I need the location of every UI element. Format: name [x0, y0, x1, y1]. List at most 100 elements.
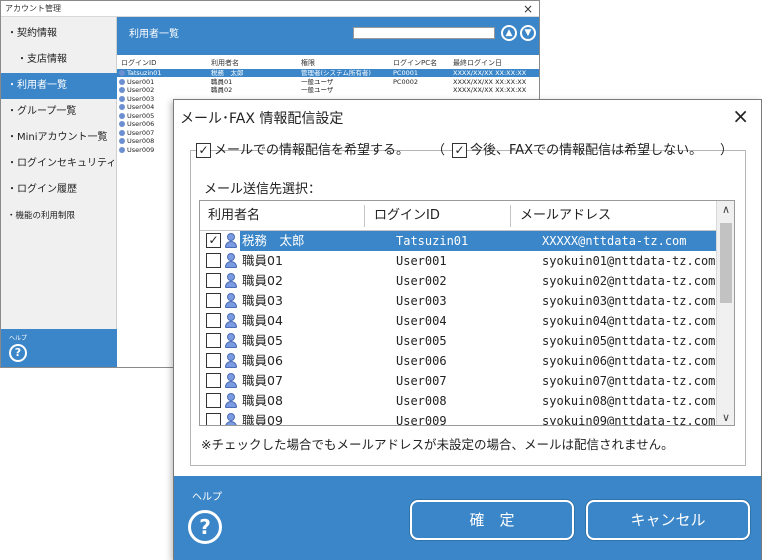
sidebar: ・契約情報 ・支店情報 ・利用者一覧 ・グループ一覧 ・Miniアカウント一覧 … — [1, 17, 117, 367]
recipient-login: User009 — [396, 414, 447, 426]
recipient-mail: XXXXX@nttdata-tz.com — [542, 234, 687, 248]
recipient-checkbox-icon[interactable] — [206, 313, 221, 328]
main-close-icon[interactable]: × — [523, 1, 533, 17]
main-table-cell: User004 — [127, 103, 155, 111]
recipient-checkbox-icon[interactable] — [206, 353, 221, 368]
col-login-pc[interactable]: ログインPC名 — [393, 58, 437, 68]
recipient-checkbox-icon[interactable]: ✓ — [206, 233, 221, 248]
user-list-title: 利用者一覧 — [129, 29, 179, 40]
recipient-row[interactable]: 職員04 User004 syokuin04@nttdata-tz.com — [200, 311, 717, 331]
col-last-login[interactable]: 最終ログイン日 — [453, 58, 502, 68]
recipient-checkbox-icon[interactable] — [206, 273, 221, 288]
main-table-row[interactable]: User002 職員02 一般ユーザ XXXX/XX/XX XX:XX:XX — [117, 86, 539, 94]
recipient-row[interactable]: 職員07 User007 syokuin07@nttdata-tz.com — [200, 371, 717, 391]
main-table-row[interactable]: User001 職員01 一般ユーザ PC0002 XXXX/XX/XX XX:XX:X… — [117, 78, 539, 86]
main-table-cell: User007 — [127, 128, 155, 137]
recipient-row[interactable]: 職員09 User009 syokuin09@nttdata-tz.com — [200, 411, 717, 426]
user-icon — [224, 413, 238, 425]
dialog-close-icon[interactable]: × — [732, 104, 749, 128]
recipient-login: User001 — [396, 254, 447, 268]
sidebar-item-branch[interactable]: ・支店情報 — [1, 47, 117, 73]
sidebar-item-login-history[interactable]: ・ログイン履歴 — [1, 177, 117, 203]
user-icon — [119, 78, 125, 85]
option-mail-delivery[interactable]: ✓ メールでの情報配信を希望する。 — [196, 142, 409, 160]
no-fax-label: 今後、FAXでの情報配信は希望しない。 — [470, 143, 703, 158]
recipient-login: User005 — [396, 334, 447, 348]
prev-up-icon[interactable]: ▲ — [501, 25, 517, 41]
recipient-scrollbar[interactable]: ∧ ∨ — [716, 201, 734, 425]
user-icon — [119, 95, 125, 102]
scroll-down-icon[interactable]: ∨ — [717, 409, 734, 425]
recipient-mail: syokuin07@nttdata-tz.com — [542, 374, 716, 388]
mail-delivery-checkbox-icon[interactable]: ✓ — [196, 143, 211, 158]
sidebar-help-label: ヘルプ — [9, 335, 28, 342]
main-table-cell: PC0001 — [393, 69, 419, 77]
recipient-checkbox-icon[interactable] — [206, 253, 221, 268]
recipient-name: 職員03 — [242, 293, 283, 308]
recipient-login: Tatsuzin01 — [396, 234, 469, 248]
sidebar-item-contract[interactable]: ・契約情報 — [1, 21, 117, 47]
recipient-login: User003 — [396, 294, 447, 308]
user-icon — [224, 393, 238, 409]
option-no-fax[interactable]: ✓ 今後、FAXでの情報配信は希望しない。 — [452, 142, 702, 160]
main-table-cell: 一般ユーザ — [301, 86, 334, 94]
recipient-row[interactable]: 職員02 User002 syokuin02@nttdata-tz.com — [200, 271, 717, 291]
sidebar-item-feature-restrictions[interactable]: ・機能の利用制限 — [1, 203, 117, 229]
main-table-cell: 管理者(システム所有者) — [301, 69, 371, 77]
scroll-up-icon[interactable]: ∧ — [717, 201, 734, 219]
recipient-checkbox-icon[interactable] — [206, 373, 221, 388]
col-permission[interactable]: 権限 — [301, 58, 315, 68]
recipient-checkbox-icon[interactable] — [206, 413, 221, 425]
recipient-mail: syokuin01@nttdata-tz.com — [542, 254, 716, 268]
recipient-row[interactable]: 職員06 User006 syokuin06@nttdata-tz.com — [200, 351, 717, 371]
scroll-thumb[interactable] — [720, 223, 732, 303]
recipient-row[interactable]: 職員08 User008 syokuin08@nttdata-tz.com — [200, 391, 717, 411]
recipient-mail: syokuin06@nttdata-tz.com — [542, 354, 716, 368]
recipient-row[interactable]: ✓ 税務 太郎 Tatsuzin01 XXXXX@nttdata-tz.com — [200, 231, 717, 251]
help-icon[interactable]: ? — [188, 510, 222, 544]
sidebar-help-icon[interactable]: ? — [9, 344, 27, 362]
sidebar-item-users[interactable]: ・利用者一覧 — [1, 73, 117, 99]
recipient-checkbox-icon[interactable] — [206, 333, 221, 348]
dialog-body: ✓ メールでの情報配信を希望する。 （ ✓ 今後、FAXでの情報配信は希望しない。 … — [174, 130, 761, 476]
no-fax-checkbox-icon[interactable]: ✓ — [452, 143, 467, 158]
main-table-cell: User005 — [127, 111, 155, 120]
main-table-row[interactable]: Tatsuzin01 税務 太郎 管理者(システム所有者) PC0001 XXXX/XX… — [117, 69, 539, 77]
recipient-login: User007 — [396, 374, 447, 388]
recipient-row[interactable]: 職員05 User005 syokuin05@nttdata-tz.com — [200, 331, 717, 351]
col-login-id[interactable]: ログインID — [121, 58, 156, 68]
recipient-mail: syokuin04@nttdata-tz.com — [542, 314, 716, 328]
recipient-row[interactable]: 職員01 User001 syokuin01@nttdata-tz.com — [200, 251, 717, 271]
user-icon — [119, 121, 125, 127]
col-mail[interactable]: メールアドレス — [512, 201, 611, 231]
col-divider[interactable] — [364, 205, 365, 227]
recipient-row[interactable]: 職員03 User003 syokuin03@nttdata-tz.com — [200, 291, 717, 311]
mail-fax-settings-dialog: メール･FAX 情報配信設定 × ✓ メールでの情報配信を希望する。 （ ✓ 今後、… — [173, 99, 762, 560]
recipient-login: User004 — [396, 314, 447, 328]
main-table-cell: XXXX/XX/XX XX:XX:XX — [453, 86, 527, 94]
user-icon — [224, 313, 238, 329]
col-divider[interactable] — [510, 205, 511, 227]
recipient-checkbox-icon[interactable] — [206, 393, 221, 408]
col-user-name[interactable]: 利用者名 — [211, 58, 239, 68]
cancel-button[interactable]: キャンセル — [586, 500, 750, 540]
col-name[interactable]: 利用者名 — [200, 201, 260, 231]
sidebar-item-groups[interactable]: ・グループ一覧 — [1, 99, 117, 125]
sidebar-item-mini-accounts[interactable]: ・Miniアカウント一覧 — [1, 125, 117, 151]
main-table-cell: User008 — [127, 137, 155, 145]
confirm-button[interactable]: 確 定 — [410, 500, 574, 540]
recipient-checkbox-icon[interactable] — [206, 293, 221, 308]
recipient-rows: ✓ 税務 太郎 Tatsuzin01 XXXXX@nttdata-tz.com 職員01… — [200, 231, 717, 426]
user-icon — [224, 333, 238, 349]
sidebar-help-bar: ヘルプ ? — [1, 329, 117, 367]
recipient-name: 職員09 — [242, 413, 283, 426]
recipient-mail: syokuin08@nttdata-tz.com — [542, 394, 716, 408]
user-search-input[interactable] — [353, 27, 495, 39]
next-down-icon[interactable]: ▼ — [520, 25, 536, 41]
user-icon — [224, 293, 238, 309]
sidebar-item-login-security[interactable]: ・ログインセキュリティ — [1, 151, 117, 177]
user-icon — [119, 104, 125, 110]
user-icon — [224, 273, 238, 289]
col-login[interactable]: ログインID — [366, 201, 440, 231]
recipient-name: 職員07 — [242, 373, 283, 388]
